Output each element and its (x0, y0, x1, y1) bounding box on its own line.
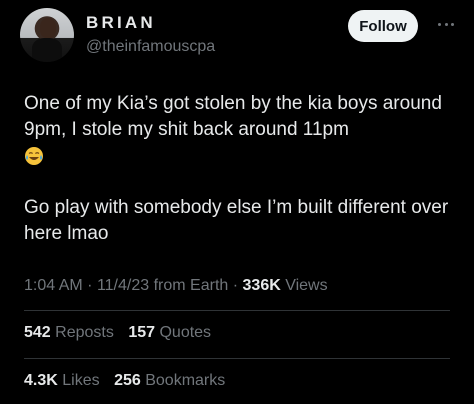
meta-separator: · (87, 277, 93, 294)
more-dots-icon[interactable] (434, 14, 458, 34)
bookmarks-count: 256 (114, 372, 141, 389)
avatar-body (32, 38, 62, 62)
tweet-source: from Earth (153, 277, 229, 294)
tweet-date[interactable]: 11/4/23 (97, 277, 149, 294)
reposts-count: 542 (24, 324, 51, 341)
face-with-tears-of-joy-icon (25, 147, 43, 165)
display-name[interactable]: BRIAN (86, 13, 156, 33)
tweet-meta: 1:04 AM · 11/4/23 from Earth · 336K View… (24, 277, 328, 295)
views-count: 336K (242, 277, 281, 294)
bookmarks-label: Bookmarks (145, 372, 226, 389)
reposts-stat[interactable]: 542 Reposts (24, 324, 114, 341)
tweet-text: One of my Kia’s got stolen by the kia bo… (24, 91, 454, 247)
follow-button[interactable]: Follow (348, 10, 418, 42)
tweet-header: BRIAN @theinfamouscpa Follow (20, 8, 458, 62)
quotes-label: Quotes (159, 324, 212, 341)
bookmarks-stat[interactable]: 256 Bookmarks (114, 372, 225, 389)
avatar-face (40, 18, 56, 38)
divider (24, 358, 450, 359)
likes-count: 4.3K (24, 372, 58, 389)
tweet-line-1: One of my Kia’s got stolen by the kia bo… (24, 93, 442, 140)
views-label: Views (285, 277, 328, 294)
divider (24, 310, 450, 311)
tweet-paragraph-2: Go play with somebody else I’m built dif… (24, 197, 449, 244)
likes-stat[interactable]: 4.3K Likes (24, 372, 100, 389)
likes-label: Likes (62, 372, 100, 389)
meta-separator: · (232, 277, 239, 294)
tweet-time[interactable]: 1:04 AM (24, 277, 83, 294)
quotes-stat[interactable]: 157 Quotes (128, 324, 211, 341)
tweet-paragraph-1: One of my Kia’s got stolen by the kia bo… (24, 91, 454, 171)
tweet: BRIAN @theinfamouscpa Follow One of my K… (0, 0, 474, 404)
engagement-row-1: 542 Reposts 157 Quotes (24, 324, 211, 342)
reposts-label: Reposts (55, 324, 114, 341)
engagement-row-2: 4.3K Likes 256 Bookmarks (24, 372, 225, 390)
user-handle[interactable]: @theinfamouscpa (86, 38, 215, 56)
quotes-count: 157 (128, 324, 156, 341)
avatar[interactable] (20, 8, 74, 62)
